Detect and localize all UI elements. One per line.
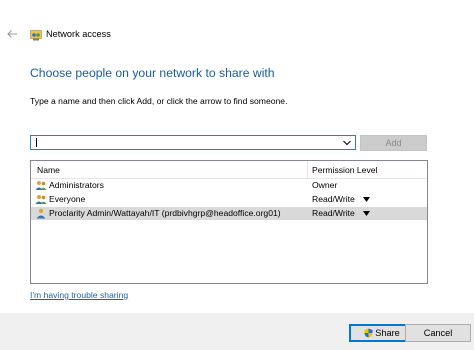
row-name: Administrators	[49, 180, 104, 190]
column-divider[interactable]	[307, 161, 308, 178]
row-name: Everyone	[49, 194, 86, 204]
title-bar: Network access	[0, 0, 474, 46]
permission-dropdown[interactable]: Read/Write	[312, 208, 355, 218]
list-row-everyone[interactable]: Everyone Read/Write	[31, 193, 427, 206]
instruction-text: Type a name and then click Add, or click…	[30, 96, 288, 106]
share-label: Share	[375, 328, 400, 338]
back-arrow-icon[interactable]	[6, 28, 18, 40]
user-group-icon	[35, 181, 47, 190]
dialog-footer: Share Cancel	[0, 313, 474, 350]
permission-dropdown[interactable]: Read/Write	[312, 194, 355, 204]
list-header: Name Permission Level	[31, 161, 427, 179]
add-button[interactable]: Add	[360, 135, 427, 151]
dropdown-arrow-icon[interactable]	[363, 197, 370, 202]
user-group-icon	[35, 195, 47, 204]
row-permission: Owner	[312, 180, 338, 190]
cancel-button[interactable]: Cancel	[405, 324, 471, 342]
name-input[interactable]	[37, 136, 337, 149]
list-row-administrators[interactable]: Administrators Owner	[31, 179, 427, 192]
user-icon	[36, 208, 46, 219]
page-heading: Choose people on your network to share w…	[30, 66, 275, 80]
column-header-name[interactable]: Name	[37, 165, 60, 175]
dropdown-arrow-icon[interactable]	[363, 211, 370, 216]
shield-icon	[364, 328, 373, 338]
network-share-icon	[30, 30, 42, 41]
sharing-list[interactable]: Name Permission Level Administrators Own…	[30, 160, 428, 284]
row-name: Proclarity Admin/Wattayah/IT (prdbivhgrp…	[49, 208, 281, 218]
list-row-proclarity-admin[interactable]: Proclarity Admin/Wattayah/IT (prdbivhgrp…	[31, 207, 427, 220]
trouble-sharing-link[interactable]: I'm having trouble sharing	[30, 290, 128, 300]
column-header-permission[interactable]: Permission Level	[312, 165, 377, 175]
window-title: Network access	[46, 29, 111, 39]
name-combobox[interactable]	[30, 135, 356, 150]
chevron-down-icon[interactable]	[343, 140, 351, 146]
